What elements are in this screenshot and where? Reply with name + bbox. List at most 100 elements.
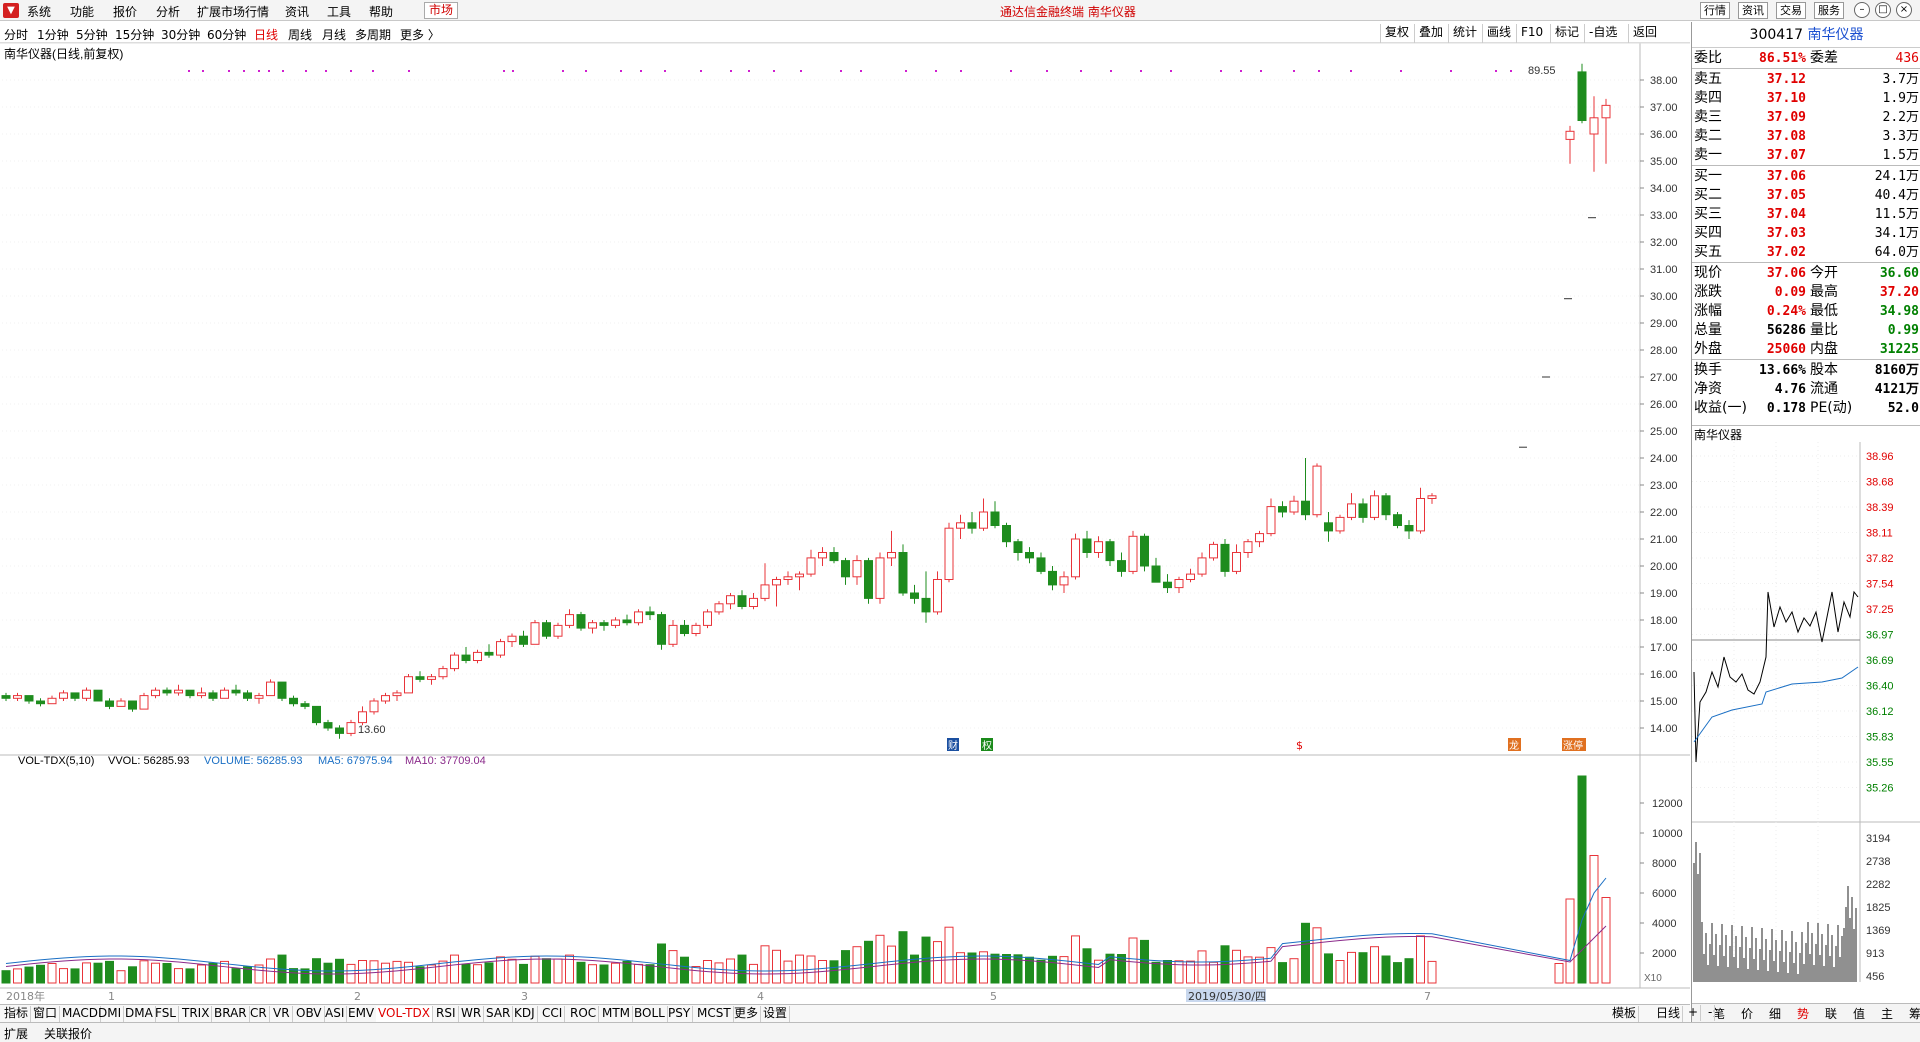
sell-level-price[interactable]: 37.08: [1767, 127, 1806, 146]
indicator-tab-6[interactable]: TRIX: [180, 1006, 213, 1022]
app-logo-icon[interactable]: ▼: [3, 3, 19, 18]
period-monthly[interactable]: 月线: [322, 26, 346, 43]
tool-watchlist-remove[interactable]: -自选: [1584, 24, 1621, 43]
tool-overlay[interactable]: 叠加: [1414, 24, 1447, 43]
sell-level-price[interactable]: 37.12: [1767, 70, 1806, 89]
minimize-icon[interactable]: –: [1854, 2, 1870, 18]
tool-draw[interactable]: 画线: [1482, 24, 1515, 43]
indicator-tab-8[interactable]: CR: [248, 1006, 270, 1022]
event-dividend-marker[interactable]: $: [1296, 739, 1303, 752]
indicator-tab-19[interactable]: ROC: [568, 1006, 600, 1022]
event-limitup-marker[interactable]: 涨停: [1563, 739, 1583, 752]
mini-tab-5[interactable]: 值: [1846, 1005, 1872, 1022]
indicator-tab-18[interactable]: CCI: [540, 1006, 566, 1022]
period-15min[interactable]: 15分钟: [115, 26, 154, 43]
volume-bar: [1416, 935, 1425, 984]
period-more[interactable]: 更多 〉: [400, 26, 440, 43]
mini-tab-2[interactable]: 细: [1762, 1005, 1788, 1022]
period-multi[interactable]: 多周期: [355, 26, 391, 43]
indicator-tab-7[interactable]: BRAR: [212, 1006, 250, 1022]
buy-level-price[interactable]: 37.03: [1767, 224, 1806, 243]
status-expand-button[interactable]: 扩展: [4, 1025, 28, 1042]
menu-extended-market[interactable]: 扩展市场行情: [197, 3, 269, 20]
menu-function[interactable]: 功能: [70, 3, 94, 20]
indicator-tab-10[interactable]: OBV: [294, 1006, 325, 1022]
menu-news[interactable]: 资讯: [285, 3, 309, 20]
mini-tab-4[interactable]: 联: [1818, 1005, 1844, 1022]
indicator-tab-24[interactable]: 更多: [732, 1006, 762, 1022]
menu-analysis[interactable]: 分析: [156, 3, 180, 20]
indicator-tab-2[interactable]: MACD: [60, 1006, 101, 1022]
sell-level-price[interactable]: 37.09: [1767, 108, 1806, 127]
stock-name[interactable]: 南华仪器: [1807, 27, 1863, 43]
period-select-button[interactable]: 日线: [1654, 1006, 1684, 1022]
sell-level-price[interactable]: 37.10: [1767, 89, 1806, 108]
tool-back[interactable]: 返回: [1628, 24, 1661, 43]
indicator-tab-1[interactable]: 窗口: [31, 1006, 61, 1022]
tool-stats[interactable]: 统计: [1448, 24, 1481, 43]
buy-level-price[interactable]: 37.05: [1767, 186, 1806, 205]
indicator-tab-11[interactable]: ASI: [323, 1006, 348, 1022]
maximize-icon[interactable]: □: [1875, 2, 1891, 18]
indicator-tab-9[interactable]: VR: [271, 1006, 293, 1022]
indicator-tab-0[interactable]: 指标: [2, 1006, 32, 1022]
menu-quote[interactable]: 报价: [113, 3, 137, 20]
menu-system[interactable]: 系统: [27, 3, 51, 20]
period-weekly[interactable]: 周线: [288, 26, 312, 43]
indicator-tab-16[interactable]: SAR: [484, 1006, 514, 1022]
indicator-tab-14[interactable]: RSI: [434, 1006, 459, 1022]
mini-tab-6[interactable]: 主: [1874, 1005, 1900, 1022]
tool-f10[interactable]: F10: [1516, 24, 1547, 43]
template-button[interactable]: 模板: [1610, 1006, 1640, 1022]
quote-mode-button[interactable]: 行情: [1700, 2, 1730, 19]
service-mode-button[interactable]: 服务: [1814, 2, 1844, 19]
indicator-tab-21[interactable]: BOLL: [632, 1006, 668, 1022]
volume-bar: [197, 964, 206, 984]
indicator-tab-15[interactable]: WR: [459, 1006, 485, 1022]
candle: [427, 676, 436, 680]
mini-tab-3[interactable]: 势: [1790, 1005, 1816, 1022]
mini-tab-7[interactable]: 筹: [1902, 1005, 1920, 1022]
indicator-tab-13[interactable]: VOL-TDX: [376, 1006, 433, 1022]
indicator-tab-25[interactable]: 设置: [761, 1006, 791, 1022]
intraday-mini-chart[interactable]: 38.96 38.68 38.39 38.11 37.82 37.54 37.25 36.97…: [1692, 442, 1920, 1002]
zoom-out-button[interactable]: -: [1706, 1005, 1716, 1021]
close-icon[interactable]: ×: [1896, 2, 1912, 18]
buy-level-price[interactable]: 37.04: [1767, 205, 1806, 224]
status-related-quote-button[interactable]: 关联报价: [44, 1025, 92, 1042]
indicator-tab-4[interactable]: DMA: [123, 1006, 156, 1022]
sell-level-label: 卖四: [1694, 90, 1722, 106]
indicator-tab-12[interactable]: EMV: [346, 1006, 378, 1022]
buy-level-price[interactable]: 37.02: [1767, 243, 1806, 262]
period-intraday[interactable]: 分时: [4, 26, 28, 43]
sell-level-price[interactable]: 37.07: [1767, 146, 1806, 165]
period-1min[interactable]: 1分钟: [37, 26, 69, 43]
kline-chart[interactable]: 38.00 37.00 36.00 35.00 34.00 33.00 32.00 31.00…: [0, 43, 1690, 1004]
period-5min[interactable]: 5分钟: [76, 26, 108, 43]
menu-help[interactable]: 帮助: [369, 3, 393, 20]
indicator-tab-3[interactable]: DMI: [96, 1006, 125, 1022]
period-daily[interactable]: 日线: [254, 26, 278, 43]
stat-label-2: 量比: [1810, 322, 1838, 338]
indicator-tab-23[interactable]: MCST: [695, 1006, 734, 1022]
trade-mode-button[interactable]: 交易: [1776, 2, 1806, 19]
event-finance-marker[interactable]: 财: [948, 739, 958, 752]
indicator-tab-20[interactable]: MTM: [600, 1006, 634, 1022]
news-mode-button[interactable]: 资讯: [1738, 2, 1768, 19]
market-tab[interactable]: 市场: [424, 2, 459, 19]
indicator-tab-17[interactable]: KDJ: [512, 1006, 538, 1022]
zoom-in-button[interactable]: +: [1686, 1005, 1702, 1021]
mini-volume-tick: 1825: [1866, 902, 1890, 914]
tool-adjust[interactable]: 复权: [1380, 24, 1413, 43]
period-30min[interactable]: 30分钟: [161, 26, 200, 43]
indicator-tab-22[interactable]: PSY: [666, 1006, 694, 1022]
time-label-2018: 2018年: [6, 989, 45, 1003]
event-dragon-marker[interactable]: 龙: [1509, 739, 1519, 752]
menu-tools[interactable]: 工具: [327, 3, 351, 20]
mini-tab-1[interactable]: 价: [1734, 1005, 1760, 1022]
period-60min[interactable]: 60分钟: [207, 26, 246, 43]
event-rights-marker[interactable]: 权: [982, 739, 992, 752]
buy-level-price[interactable]: 37.06: [1767, 167, 1806, 186]
indicator-tab-5[interactable]: FSL: [153, 1006, 179, 1022]
tool-mark[interactable]: 标记: [1550, 24, 1583, 43]
